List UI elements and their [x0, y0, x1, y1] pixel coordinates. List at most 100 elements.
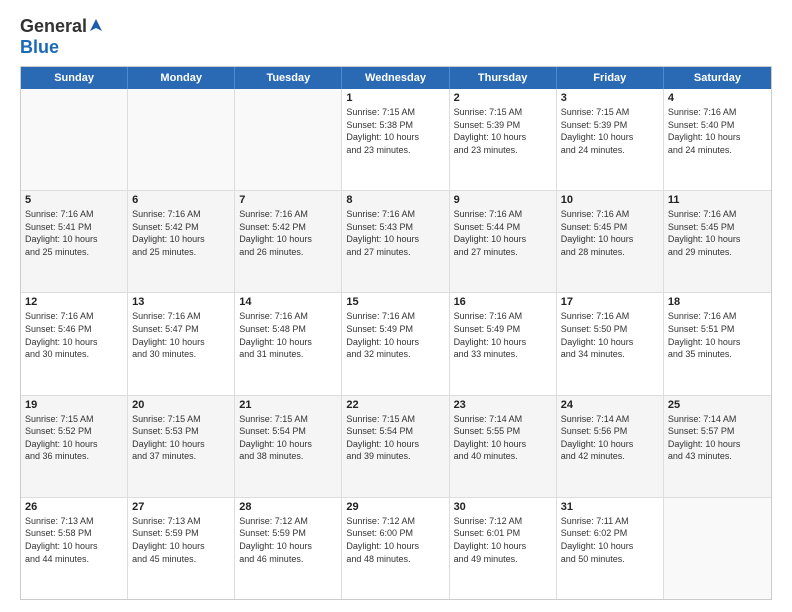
header-cell-friday: Friday	[557, 67, 664, 89]
day-number: 30	[454, 501, 552, 513]
table-row: 10 Sunrise: 7:16 AMSunset: 5:45 PMDayligh…	[557, 191, 664, 292]
day-info: Sunrise: 7:15 AMSunset: 5:53 PMDaylight:…	[132, 413, 230, 463]
day-info: Sunrise: 7:15 AMSunset: 5:54 PMDaylight:…	[346, 413, 444, 463]
logo-arrow-icon	[88, 17, 104, 33]
day-info: Sunrise: 7:16 AMSunset: 5:49 PMDaylight:…	[346, 310, 444, 360]
day-info: Sunrise: 7:16 AMSunset: 5:47 PMDaylight:…	[132, 310, 230, 360]
day-number: 3	[561, 92, 659, 104]
day-info: Sunrise: 7:12 AMSunset: 6:00 PMDaylight:…	[346, 515, 444, 565]
day-info: Sunrise: 7:16 AMSunset: 5:45 PMDaylight:…	[668, 208, 767, 258]
table-row: 24 Sunrise: 7:14 AMSunset: 5:56 PMDayligh…	[557, 396, 664, 497]
day-info: Sunrise: 7:16 AMSunset: 5:42 PMDaylight:…	[239, 208, 337, 258]
table-row: 20Sunrise: 7:15 AMSunset: 5:53 PMDayligh…	[128, 396, 235, 497]
table-row: 11Sunrise: 7:16 AMSunset: 5:45 PMDayligh…	[664, 191, 771, 292]
table-row: 1 Sunrise: 7:15 AMSunset: 5:38 PMDaylight…	[342, 89, 449, 190]
day-number: 23	[454, 399, 552, 411]
day-number: 22	[346, 399, 444, 411]
calendar-week-2: 5 Sunrise: 7:16 AMSunset: 5:41 PMDaylight…	[21, 190, 771, 292]
day-info: Sunrise: 7:14 AMSunset: 5:55 PMDaylight:…	[454, 413, 552, 463]
table-row: 12 Sunrise: 7:16 AMSunset: 5:46 PMDayligh…	[21, 293, 128, 394]
calendar-week-1: 1 Sunrise: 7:15 AMSunset: 5:38 PMDaylight…	[21, 89, 771, 190]
table-row: 9 Sunrise: 7:16 AMSunset: 5:44 PMDaylight…	[450, 191, 557, 292]
table-row: 29 Sunrise: 7:12 AMSunset: 6:00 PMDayligh…	[342, 498, 449, 599]
table-row: 26Sunrise: 7:13 AMSunset: 5:58 PMDayligh…	[21, 498, 128, 599]
day-info: Sunrise: 7:12 AMSunset: 5:59 PMDaylight:…	[239, 515, 337, 565]
day-info: Sunrise: 7:16 AMSunset: 5:51 PMDaylight:…	[668, 310, 767, 360]
day-number: 10	[561, 194, 659, 206]
day-info: Sunrise: 7:16 AMSunset: 5:41 PMDaylight:…	[25, 208, 123, 258]
table-row	[664, 498, 771, 599]
table-row	[128, 89, 235, 190]
day-info: Sunrise: 7:16 AMSunset: 5:45 PMDaylight:…	[561, 208, 659, 258]
calendar-week-3: 12 Sunrise: 7:16 AMSunset: 5:46 PMDayligh…	[21, 292, 771, 394]
day-number: 21	[239, 399, 337, 411]
logo-general-text: General	[20, 16, 87, 37]
day-number: 28	[239, 501, 337, 513]
day-info: Sunrise: 7:16 AMSunset: 5:44 PMDaylight:…	[454, 208, 552, 258]
day-number: 2	[454, 92, 552, 104]
header-cell-tuesday: Tuesday	[235, 67, 342, 89]
day-info: Sunrise: 7:16 AMSunset: 5:50 PMDaylight:…	[561, 310, 659, 360]
table-row: 27 Sunrise: 7:13 AMSunset: 5:59 PMDayligh…	[128, 498, 235, 599]
day-number: 1	[346, 92, 444, 104]
calendar-week-5: 26Sunrise: 7:13 AMSunset: 5:58 PMDayligh…	[21, 497, 771, 599]
day-info: Sunrise: 7:16 AMSunset: 5:46 PMDaylight:…	[25, 310, 123, 360]
day-number: 17	[561, 296, 659, 308]
day-number: 13	[132, 296, 230, 308]
table-row: 13 Sunrise: 7:16 AMSunset: 5:47 PMDayligh…	[128, 293, 235, 394]
day-number: 29	[346, 501, 444, 513]
table-row: 19 Sunrise: 7:15 AMSunset: 5:52 PMDayligh…	[21, 396, 128, 497]
day-number: 12	[25, 296, 123, 308]
calendar-week-4: 19 Sunrise: 7:15 AMSunset: 5:52 PMDayligh…	[21, 395, 771, 497]
day-info: Sunrise: 7:13 AMSunset: 5:59 PMDaylight:…	[132, 515, 230, 565]
day-info: Sunrise: 7:14 AMSunset: 5:56 PMDaylight:…	[561, 413, 659, 463]
header-cell-sunday: Sunday	[21, 67, 128, 89]
table-row: 23 Sunrise: 7:14 AMSunset: 5:55 PMDayligh…	[450, 396, 557, 497]
day-number: 16	[454, 296, 552, 308]
header: General Blue	[20, 16, 772, 58]
day-info: Sunrise: 7:15 AMSunset: 5:39 PMDaylight:…	[454, 106, 552, 156]
day-info: Sunrise: 7:15 AMSunset: 5:38 PMDaylight:…	[346, 106, 444, 156]
day-info: Sunrise: 7:15 AMSunset: 5:39 PMDaylight:…	[561, 106, 659, 156]
day-number: 5	[25, 194, 123, 206]
day-info: Sunrise: 7:16 AMSunset: 5:40 PMDaylight:…	[668, 106, 767, 156]
day-info: Sunrise: 7:12 AMSunset: 6:01 PMDaylight:…	[454, 515, 552, 565]
table-row: 22 Sunrise: 7:15 AMSunset: 5:54 PMDayligh…	[342, 396, 449, 497]
table-row	[21, 89, 128, 190]
table-row: 16Sunrise: 7:16 AMSunset: 5:49 PMDayligh…	[450, 293, 557, 394]
day-info: Sunrise: 7:15 AMSunset: 5:52 PMDaylight:…	[25, 413, 123, 463]
day-info: Sunrise: 7:14 AMSunset: 5:57 PMDaylight:…	[668, 413, 767, 463]
table-row: 2 Sunrise: 7:15 AMSunset: 5:39 PMDaylight…	[450, 89, 557, 190]
page: General Blue SundayMondayTuesdayWednesda…	[0, 0, 792, 612]
day-number: 9	[454, 194, 552, 206]
table-row: 8 Sunrise: 7:16 AMSunset: 5:43 PMDaylight…	[342, 191, 449, 292]
day-info: Sunrise: 7:16 AMSunset: 5:42 PMDaylight:…	[132, 208, 230, 258]
day-number: 27	[132, 501, 230, 513]
table-row: 7 Sunrise: 7:16 AMSunset: 5:42 PMDaylight…	[235, 191, 342, 292]
table-row: 6 Sunrise: 7:16 AMSunset: 5:42 PMDaylight…	[128, 191, 235, 292]
header-cell-wednesday: Wednesday	[342, 67, 449, 89]
table-row	[235, 89, 342, 190]
day-info: Sunrise: 7:16 AMSunset: 5:43 PMDaylight:…	[346, 208, 444, 258]
day-info: Sunrise: 7:11 AMSunset: 6:02 PMDaylight:…	[561, 515, 659, 565]
day-number: 18	[668, 296, 767, 308]
table-row: 28 Sunrise: 7:12 AMSunset: 5:59 PMDayligh…	[235, 498, 342, 599]
day-number: 7	[239, 194, 337, 206]
calendar-header-row: SundayMondayTuesdayWednesdayThursdayFrid…	[21, 67, 771, 89]
table-row: 4Sunrise: 7:16 AMSunset: 5:40 PMDaylight…	[664, 89, 771, 190]
day-number: 31	[561, 501, 659, 513]
header-cell-monday: Monday	[128, 67, 235, 89]
calendar: SundayMondayTuesdayWednesdayThursdayFrid…	[20, 66, 772, 600]
table-row: 25Sunrise: 7:14 AMSunset: 5:57 PMDayligh…	[664, 396, 771, 497]
table-row: 31 Sunrise: 7:11 AMSunset: 6:02 PMDayligh…	[557, 498, 664, 599]
table-row: 30 Sunrise: 7:12 AMSunset: 6:01 PMDayligh…	[450, 498, 557, 599]
day-number: 8	[346, 194, 444, 206]
header-cell-thursday: Thursday	[450, 67, 557, 89]
day-number: 19	[25, 399, 123, 411]
day-number: 6	[132, 194, 230, 206]
logo-blue-text: Blue	[20, 37, 59, 57]
table-row: 15Sunrise: 7:16 AMSunset: 5:49 PMDayligh…	[342, 293, 449, 394]
table-row: 14Sunrise: 7:16 AMSunset: 5:48 PMDayligh…	[235, 293, 342, 394]
header-cell-saturday: Saturday	[664, 67, 771, 89]
day-number: 24	[561, 399, 659, 411]
